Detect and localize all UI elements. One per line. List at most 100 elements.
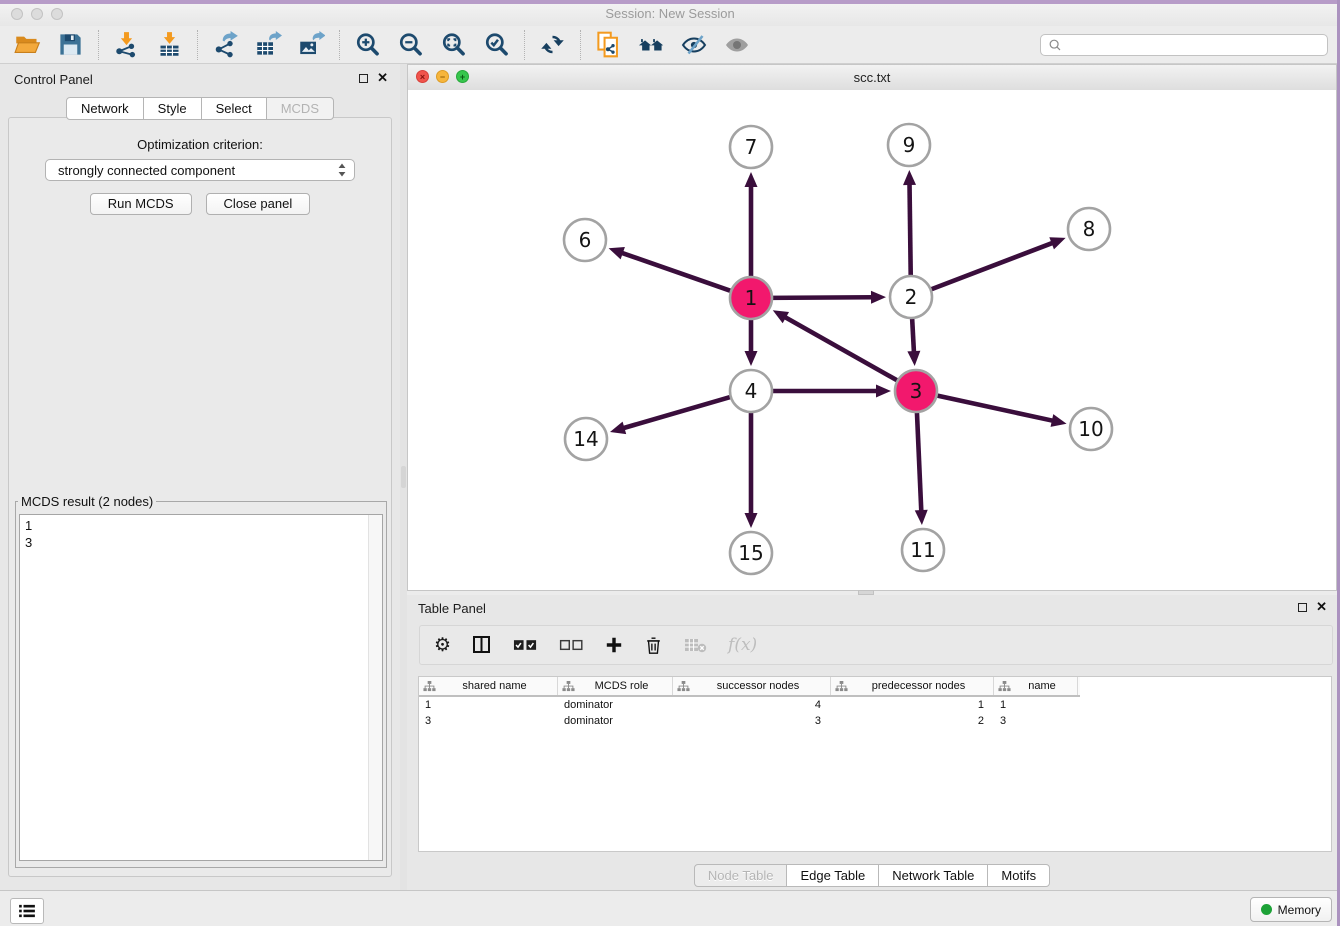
dropdown-arrows-icon <box>337 162 347 178</box>
column-header-predecessor-nodes[interactable]: predecessor nodes <box>831 677 994 695</box>
splitter-grip[interactable] <box>401 466 406 488</box>
cell-successor-nodes[interactable]: 3 <box>673 715 831 727</box>
table-tabs: Node TableEdge TableNetwork TableMotifs <box>407 864 1337 887</box>
tab-edge-table[interactable]: Edge Table <box>786 864 879 887</box>
memory-label: Memory <box>1278 903 1321 917</box>
graph-node-7[interactable]: 7 <box>730 126 772 168</box>
table-row[interactable]: 3dominator323 <box>419 713 1331 729</box>
network-canvas[interactable]: 7 9 6 8 1 2 4 3 14 10 15 11 <box>408 90 1336 590</box>
clone-network-icon[interactable] <box>595 31 622 58</box>
tab-network-table[interactable]: Network Table <box>878 864 988 887</box>
graph-edge-4-14[interactable] <box>610 396 733 434</box>
apply-layout-icon[interactable] <box>539 31 566 58</box>
import-network-icon[interactable] <box>113 31 140 58</box>
network-window-titlebar[interactable]: × − + scc.txt <box>408 65 1336 91</box>
column-header-successor-nodes[interactable]: successor nodes <box>673 677 831 695</box>
svg-text:14: 14 <box>573 427 598 451</box>
graph-edge-1-7[interactable] <box>745 172 758 279</box>
export-network-icon[interactable] <box>212 31 239 58</box>
search-field[interactable] <box>1040 34 1328 56</box>
graph-edge-4-3[interactable] <box>770 385 891 398</box>
result-scrollbar[interactable] <box>368 515 382 860</box>
close-panel-button[interactable]: Close panel <box>206 193 311 215</box>
graph-node-3[interactable]: 3 <box>895 370 937 412</box>
graph-edge-3-11[interactable] <box>915 410 928 525</box>
show-all-icon[interactable] <box>724 31 751 58</box>
graph-node-2[interactable]: 2 <box>890 276 932 318</box>
tab-mcds[interactable]: MCDS <box>266 97 334 120</box>
column-header-name[interactable]: name <box>994 677 1078 695</box>
svg-text:8: 8 <box>1083 217 1096 241</box>
graph-node-10[interactable]: 10 <box>1070 408 1112 450</box>
import-table-icon[interactable] <box>156 31 183 58</box>
table-header-row: shared nameMCDS rolesuccessor nodesprede… <box>419 677 1080 697</box>
graph-node-11[interactable]: 11 <box>902 529 944 571</box>
graph-edge-4-15[interactable] <box>745 410 758 528</box>
cell-mcds-role[interactable]: dominator <box>558 699 673 711</box>
control-panel: Control Panel ✕ NetworkStyleSelectMCDS O… <box>0 64 400 890</box>
tab-style[interactable]: Style <box>143 97 202 120</box>
cell-mcds-role[interactable]: dominator <box>558 715 673 727</box>
cell-name[interactable]: 3 <box>994 715 1078 727</box>
graph-node-15[interactable]: 15 <box>730 532 772 574</box>
cell-shared-name[interactable]: 1 <box>419 699 558 711</box>
network-graph: 7 9 6 8 1 2 4 3 14 10 15 11 <box>408 90 1338 592</box>
graph-node-14[interactable]: 14 <box>565 418 607 460</box>
graph-edge-2-9[interactable] <box>903 170 916 278</box>
graph-edge-1-2[interactable] <box>770 291 886 304</box>
zoom-in-icon[interactable] <box>354 31 381 58</box>
svg-text:6: 6 <box>579 228 592 252</box>
cell-shared-name[interactable]: 3 <box>419 715 558 727</box>
first-neighbors-icon[interactable] <box>638 31 665 58</box>
hide-selected-icon[interactable] <box>681 31 708 58</box>
zoom-selected-icon[interactable] <box>483 31 510 58</box>
close-table-panel-icon[interactable]: ✕ <box>1316 602 1327 612</box>
graph-node-8[interactable]: 8 <box>1068 208 1110 250</box>
graph-node-9[interactable]: 9 <box>888 124 930 166</box>
graph-edge-2-3[interactable] <box>907 316 920 366</box>
graph-edge-1-4[interactable] <box>745 317 758 366</box>
save-session-icon[interactable] <box>57 31 84 58</box>
vertical-splitter[interactable] <box>400 64 407 890</box>
zoom-out-icon[interactable] <box>397 31 424 58</box>
select-all-columns-icon[interactable] <box>513 635 538 655</box>
cell-name[interactable]: 1 <box>994 699 1078 711</box>
export-table-icon[interactable] <box>255 31 282 58</box>
tab-select[interactable]: Select <box>201 97 267 120</box>
table-panel: Table Panel ✕ ⚙f(x) shared nameMCDS role… <box>407 595 1337 890</box>
control-panel-tabs: NetworkStyleSelectMCDS <box>0 97 400 120</box>
unselect-all-columns-icon[interactable] <box>559 635 584 655</box>
graph-node-4[interactable]: 4 <box>730 370 772 412</box>
graph-node-6[interactable]: 6 <box>564 219 606 261</box>
float-table-panel-icon[interactable] <box>1298 603 1307 612</box>
tab-network[interactable]: Network <box>66 97 144 120</box>
optimization-criterion-select[interactable]: strongly connected component <box>45 159 355 181</box>
search-input[interactable] <box>1062 38 1327 52</box>
float-panel-icon[interactable] <box>359 74 368 83</box>
table-settings-icon[interactable]: ⚙ <box>434 636 451 655</box>
tab-motifs[interactable]: Motifs <box>987 864 1050 887</box>
cell-predecessor-nodes[interactable]: 1 <box>831 699 994 711</box>
delete-column-icon[interactable] <box>644 635 663 655</box>
tab-node-table[interactable]: Node Table <box>694 864 788 887</box>
column-header-mcds-role[interactable]: MCDS role <box>558 677 673 695</box>
cell-predecessor-nodes[interactable]: 2 <box>831 715 994 727</box>
open-file-icon[interactable] <box>14 31 41 58</box>
graph-edge-3-1[interactable] <box>773 310 900 381</box>
task-history-button[interactable] <box>10 898 44 924</box>
close-panel-icon[interactable]: ✕ <box>377 73 388 83</box>
cell-successor-nodes[interactable]: 4 <box>673 699 831 711</box>
zoom-fit-icon[interactable] <box>440 31 467 58</box>
table-row[interactable]: 1dominator411 <box>419 697 1331 713</box>
column-browser-icon[interactable] <box>472 635 492 655</box>
graph-node-1[interactable]: 1 <box>730 277 772 319</box>
add-column-icon[interactable] <box>605 635 623 655</box>
export-image-icon[interactable] <box>298 31 325 58</box>
graph-edge-3-10[interactable] <box>935 395 1067 427</box>
mcds-result-list[interactable]: 13 <box>19 514 383 861</box>
graph-edge-2-8[interactable] <box>929 237 1066 290</box>
column-header-shared-name[interactable]: shared name <box>419 677 558 695</box>
graph-edge-1-6[interactable] <box>609 247 733 292</box>
memory-button[interactable]: Memory <box>1250 897 1332 922</box>
run-mcds-button[interactable]: Run MCDS <box>90 193 192 215</box>
